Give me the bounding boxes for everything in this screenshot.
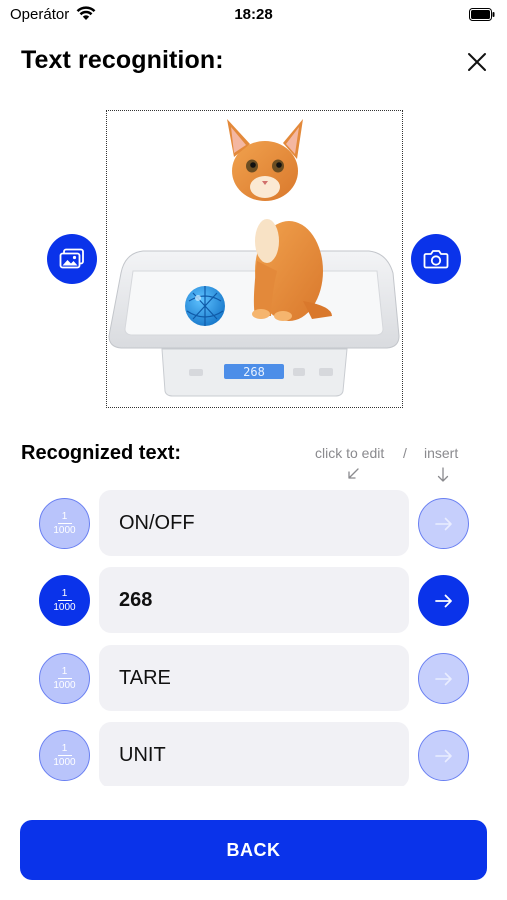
insert-button[interactable] bbox=[418, 653, 469, 704]
recognized-row: 1 1000 UNIT bbox=[0, 722, 507, 786]
section-title: Recognized text: bbox=[21, 442, 182, 464]
insert-button[interactable] bbox=[418, 575, 469, 626]
arrow-right-icon bbox=[434, 672, 452, 685]
gallery-button[interactable] bbox=[47, 234, 97, 284]
fraction-toggle-button[interactable]: 1 1000 bbox=[39, 653, 90, 704]
recognized-row: 1 1000 ON/OFF bbox=[0, 490, 507, 556]
insert-button[interactable] bbox=[418, 498, 469, 549]
fraction-bar bbox=[57, 600, 72, 601]
page-title: Text recognition: bbox=[21, 46, 224, 74]
close-button[interactable] bbox=[462, 47, 492, 77]
fraction-numerator: 1 bbox=[61, 588, 68, 599]
fraction-bar bbox=[57, 678, 72, 679]
scale-display-value: 268 bbox=[243, 365, 265, 379]
recognized-text-field[interactable]: TARE bbox=[99, 645, 409, 711]
arrow-down-icon bbox=[437, 467, 449, 482]
fraction-denominator: 1000 bbox=[53, 757, 76, 768]
fraction-toggle-button[interactable]: 1 1000 bbox=[39, 730, 90, 781]
kitten-on-scale-photo: 268 bbox=[107, 111, 401, 406]
recognized-text-field[interactable]: 268 bbox=[99, 567, 409, 633]
gallery-icon bbox=[59, 248, 84, 269]
arrow-down-left-icon bbox=[348, 468, 359, 479]
fraction-bar bbox=[57, 523, 72, 524]
fraction-toggle-button[interactable]: 1 1000 bbox=[39, 498, 90, 549]
recognized-text-field[interactable]: UNIT bbox=[99, 722, 409, 786]
fraction-toggle-button[interactable]: 1 1000 bbox=[39, 575, 90, 626]
status-time: 18:28 bbox=[234, 6, 273, 23]
fraction-numerator: 1 bbox=[61, 743, 68, 754]
battery-icon bbox=[469, 8, 495, 21]
fraction-bar bbox=[57, 755, 72, 756]
fraction-numerator: 1 bbox=[61, 511, 68, 522]
status-bar: Operátor 18:28 bbox=[0, 0, 507, 30]
arrow-right-icon bbox=[434, 749, 452, 762]
fraction-denominator: 1000 bbox=[53, 602, 76, 613]
fraction-denominator: 1000 bbox=[53, 525, 76, 536]
recognized-row: 1 1000 268 bbox=[0, 567, 507, 633]
camera-button[interactable] bbox=[411, 234, 461, 284]
camera-icon bbox=[423, 250, 449, 269]
back-button[interactable]: BACK bbox=[20, 820, 487, 880]
close-icon bbox=[468, 53, 486, 71]
recognized-row: 1 1000 TARE bbox=[0, 645, 507, 711]
insert-button[interactable] bbox=[418, 730, 469, 781]
fraction-denominator: 1000 bbox=[53, 680, 76, 691]
arrow-right-icon bbox=[434, 594, 452, 607]
arrow-right-icon bbox=[434, 517, 452, 530]
hint-separator: / bbox=[403, 445, 407, 461]
hint-insert: insert bbox=[424, 445, 459, 461]
fraction-numerator: 1 bbox=[61, 666, 68, 677]
recognized-text-field[interactable]: ON/OFF bbox=[99, 490, 409, 556]
hint-click-to-edit: click to edit bbox=[315, 445, 385, 461]
photo-frame[interactable]: 268 bbox=[106, 110, 403, 408]
